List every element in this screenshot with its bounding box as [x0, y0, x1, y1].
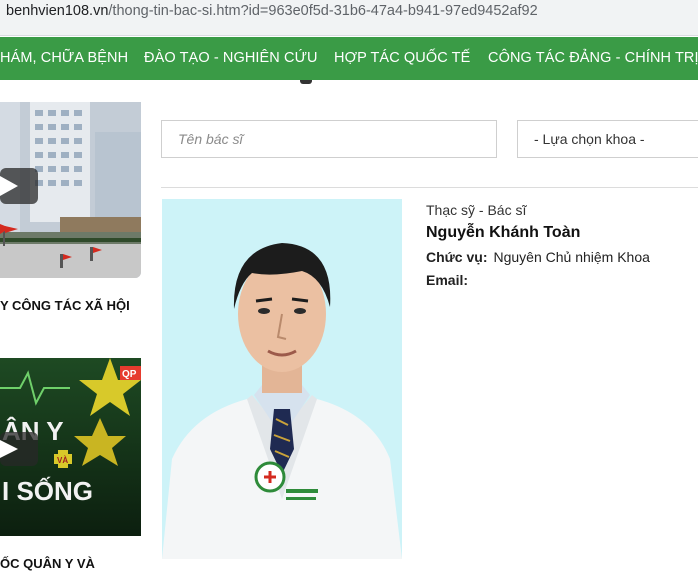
main-navigation: HÁM, CHỮA BỆNH ĐÀO TẠO - NGHIÊN CỨU HỢP … [0, 37, 698, 80]
position-label: Chức vụ: [426, 249, 488, 265]
divider [161, 187, 698, 188]
position-value: Nguyên Chủ nhiệm Khoa [493, 249, 650, 265]
doctor-degree: Thạc sỹ - Bác sĩ [426, 202, 527, 218]
sidebar-caption-military[interactable]: ỐC QUÂN Y VÀ [0, 556, 95, 571]
email-label: Email: [426, 272, 469, 288]
browser-address-bar[interactable]: benhvien108.vn/thong-tin-bac-si.htm?id=9… [0, 0, 698, 36]
program-banner-image: QP ÂN Y VÀ I SỐNG [0, 358, 141, 536]
banner-text-2: VÀ [57, 456, 68, 465]
sidebar-video-thumbnail-hospital[interactable] [0, 102, 141, 278]
banner-badge: QP [122, 369, 137, 380]
banner-text-3: I SỐNG [2, 476, 93, 506]
url-domain: benhvien108.vn [6, 3, 109, 19]
nav-item-cong-tac-dang-chinh-tri[interactable]: CÔNG TÁC ĐẢNG - CHÍNH TRỊ [488, 50, 698, 66]
department-select[interactable]: - Lựa chọn khoa - [517, 120, 698, 158]
hospital-building-image [0, 102, 141, 278]
sidebar-video-thumbnail-program[interactable]: QP ÂN Y VÀ I SỐNG [0, 358, 141, 536]
doctor-email-row: Email: [426, 272, 474, 288]
nav-item-dao-tao-nghien-cuu[interactable]: ĐÀO TẠO - NGHIÊN CỨU [144, 50, 318, 66]
url-path: /thong-tin-bac-si.htm?id=963e0f5d-31b6-4… [108, 3, 538, 19]
url-text[interactable]: benhvien108.vn/thong-tin-bac-si.htm?id=9… [6, 3, 538, 19]
page-heading-cutoff [300, 80, 320, 86]
nav-item-kham-chua-benh[interactable]: HÁM, CHỮA BỆNH [0, 50, 128, 66]
nav-item-hop-tac-quoc-te[interactable]: HỢP TÁC QUỐC TẾ [334, 50, 470, 66]
doctor-photo [162, 199, 402, 559]
doctor-name: Nguyễn Khánh Toàn [426, 224, 581, 241]
doctor-position-row: Chức vụ: Nguyên Chủ nhiệm Khoa [426, 249, 650, 265]
sidebar-caption-social-work[interactable]: Y CÔNG TÁC XÃ HỘI [0, 298, 130, 313]
doctor-name-search-input[interactable] [161, 120, 497, 158]
